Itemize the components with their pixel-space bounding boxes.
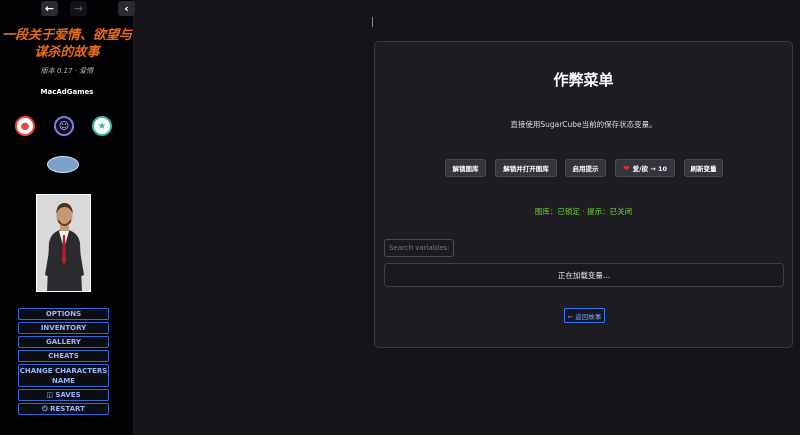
story-title: 一段关于爱情、欲望与谋杀的故事 xyxy=(2,28,133,60)
status-line: 图库：已锁定 · 提示：已关闭 xyxy=(534,207,633,216)
power-icon: ⏻ xyxy=(42,405,51,413)
subscribe-icon[interactable]: ★ xyxy=(92,116,112,136)
enable-hints-button[interactable]: 启用提示 xyxy=(565,159,606,177)
variables-loading-box: 正在加载变量... xyxy=(384,263,784,287)
collapse-sidebar-icon[interactable]: ‹ xyxy=(118,1,135,16)
author-name: MacAdGames xyxy=(40,88,94,96)
back-arrow-icon[interactable]: ← xyxy=(41,1,58,16)
cheat-menu-title: 作弊菜单 xyxy=(553,71,614,89)
saves-button[interactable]: ◫ SAVES xyxy=(18,389,109,401)
loading-text: 正在加载变量... xyxy=(557,270,611,280)
cheat-menu-description: 直接使用SugarCube当前的保存状态变量。 xyxy=(510,120,657,129)
restart-button[interactable]: ⏻ RESTART xyxy=(18,403,109,415)
change-characters-name-button[interactable]: CHANGE CHARACTERS NAME xyxy=(18,364,109,387)
text-caret xyxy=(372,17,373,27)
cheat-menu-panel: 作弊菜单 直接使用SugarCube当前的保存状态变量。 解锁图库 解锁并打开图… xyxy=(374,41,793,348)
discord-icon[interactable]: ☺ xyxy=(54,116,74,136)
sidebar: ← → ‹ 一段关于爱情、欲望与谋杀的故事 版本 0.17 · 爱情 MacAd… xyxy=(0,0,135,435)
return-to-story-button[interactable]: ← 返回故事 xyxy=(564,308,605,323)
badge-icon[interactable] xyxy=(47,156,79,173)
inventory-button[interactable]: INVENTORY xyxy=(18,322,109,334)
search-variables-input[interactable] xyxy=(384,239,454,257)
patreon-icon[interactable]: ● xyxy=(15,116,35,136)
gallery-button[interactable]: GALLERY xyxy=(18,336,109,348)
unlock-gallery-button[interactable]: 解锁图库 xyxy=(445,159,486,177)
forward-arrow-icon[interactable]: → xyxy=(70,1,87,16)
options-button[interactable]: OPTIONS xyxy=(18,308,109,320)
unlock-open-gallery-button[interactable]: 解锁并打开图库 xyxy=(495,159,557,177)
character-portrait xyxy=(36,194,91,292)
character-portrait-image xyxy=(37,195,90,291)
heart-icon: ❤ xyxy=(622,163,630,173)
story-subtitle: 版本 0.17 · 爱情 xyxy=(40,67,94,75)
cheats-button[interactable]: CHEATS xyxy=(18,350,109,362)
refresh-variables-button[interactable]: 刷新变量 xyxy=(684,159,723,177)
set-love-lust-button[interactable]: ❤ 爱/欲 → 10 xyxy=(615,159,675,177)
